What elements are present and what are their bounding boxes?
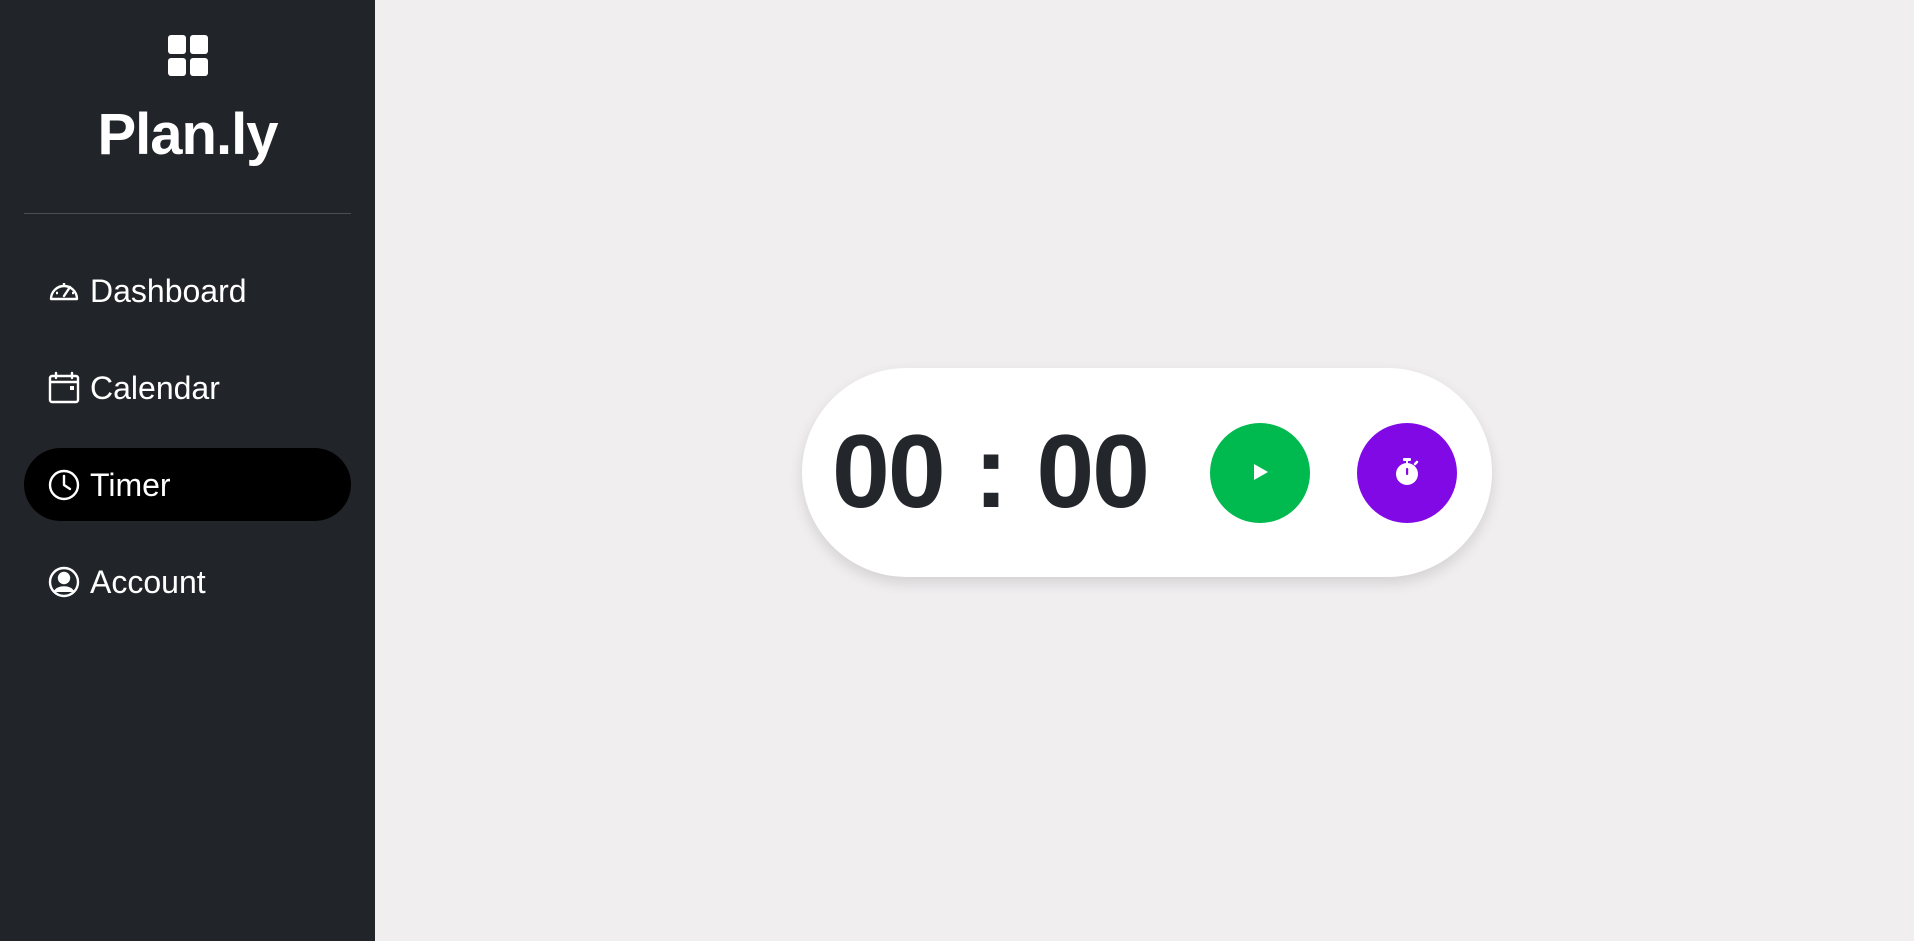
timer-minutes: 00 (832, 414, 946, 530)
timer-card: 00 : 00 (802, 368, 1492, 577)
start-button[interactable] (1210, 423, 1310, 523)
sidebar-item-calendar[interactable]: Calendar (24, 351, 351, 424)
timer-display: 00 : 00 (832, 410, 1150, 535)
speedometer-icon (47, 274, 81, 308)
sidebar-divider (24, 213, 351, 214)
play-icon (1248, 460, 1272, 487)
sidebar-item-label: Timer (90, 466, 171, 503)
sidebar-item-label: Account (90, 563, 206, 600)
timer-separator: : (973, 414, 1009, 530)
sidebar-nav: Dashboard Calendar Timer Account (24, 254, 351, 642)
calendar-icon (47, 371, 81, 405)
grid-icon (168, 35, 208, 76)
user-circle-icon (47, 565, 81, 599)
sidebar: Plan.ly Dashboard Calendar Timer Account (0, 0, 375, 941)
timer-seconds: 00 (1036, 414, 1150, 530)
sidebar-item-account[interactable]: Account (24, 545, 351, 618)
stopwatch-button[interactable] (1357, 423, 1457, 523)
stopwatch-icon (1391, 456, 1423, 491)
sidebar-item-dashboard[interactable]: Dashboard (24, 254, 351, 327)
clock-icon (47, 468, 81, 502)
sidebar-item-label: Calendar (90, 369, 220, 406)
brand-name: Plan.ly (97, 102, 279, 167)
sidebar-item-timer[interactable]: Timer (24, 448, 351, 521)
sidebar-item-label: Dashboard (90, 272, 247, 309)
